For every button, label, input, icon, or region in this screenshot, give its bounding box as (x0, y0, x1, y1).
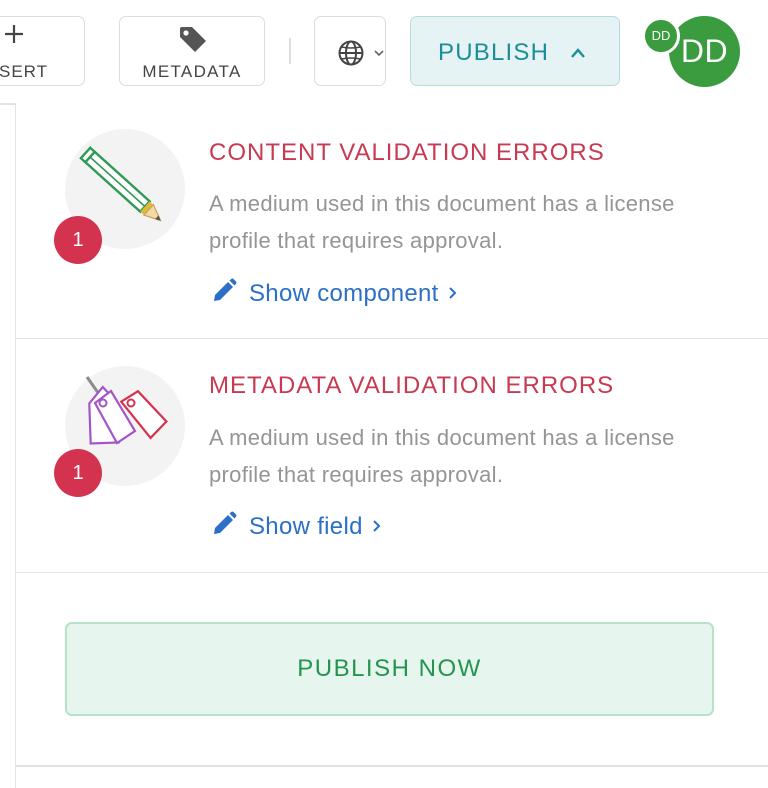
globe-icon (338, 40, 364, 66)
chevron-right-icon (373, 520, 381, 532)
content-validation-section: 1 CONTENT VALIDATION ERRORS A medium use… (16, 103, 768, 339)
content-error-description: A medium used in this document has a lic… (209, 191, 675, 253)
publish-button[interactable]: PUBLISH (410, 16, 620, 86)
metadata-validation-section: 1 METADATA VALIDATION ERRORS A medium us… (16, 339, 768, 573)
toolbar-divider (289, 38, 291, 64)
publish-dropdown-panel: 1 CONTENT VALIDATION ERRORS A medium use… (15, 103, 768, 788)
error-count-badge: 1 (54, 449, 102, 497)
language-button[interactable] (314, 16, 386, 86)
avatar[interactable]: DD (669, 16, 740, 87)
tag-icon (180, 27, 206, 52)
metadata-error-description: A medium used in this document has a lic… (209, 425, 675, 487)
publish-label: PUBLISH (438, 39, 550, 66)
panel-bottom-divider (16, 765, 768, 767)
error-count-badge: 1 (54, 216, 102, 264)
chevron-up-icon (571, 48, 585, 58)
edit-icon (214, 278, 237, 301)
show-field-link[interactable]: Show field (211, 511, 381, 541)
tags-icon (85, 376, 168, 445)
show-field-label: Show field (249, 513, 363, 540)
insert-label: SERT (0, 62, 49, 81)
chevron-down-icon (374, 50, 384, 57)
metadata-label: METADATA (142, 62, 242, 81)
content-error-title: CONTENT VALIDATION ERRORS (209, 139, 605, 166)
metadata-button[interactable]: METADATA (119, 16, 265, 86)
insert-button[interactable]: SERT (0, 16, 85, 86)
publish-now-button[interactable]: PUBLISH NOW (65, 622, 714, 716)
toolbar: SERT METADATA PUBLISH DD DD (0, 0, 768, 103)
edit-icon (214, 511, 237, 534)
show-component-link[interactable]: Show component (211, 278, 457, 308)
show-component-label: Show component (249, 280, 439, 307)
plus-icon (5, 25, 23, 43)
metadata-error-title: METADATA VALIDATION ERRORS (209, 372, 615, 399)
avatar-badge: DD (642, 17, 680, 55)
chevron-right-icon (448, 287, 457, 299)
